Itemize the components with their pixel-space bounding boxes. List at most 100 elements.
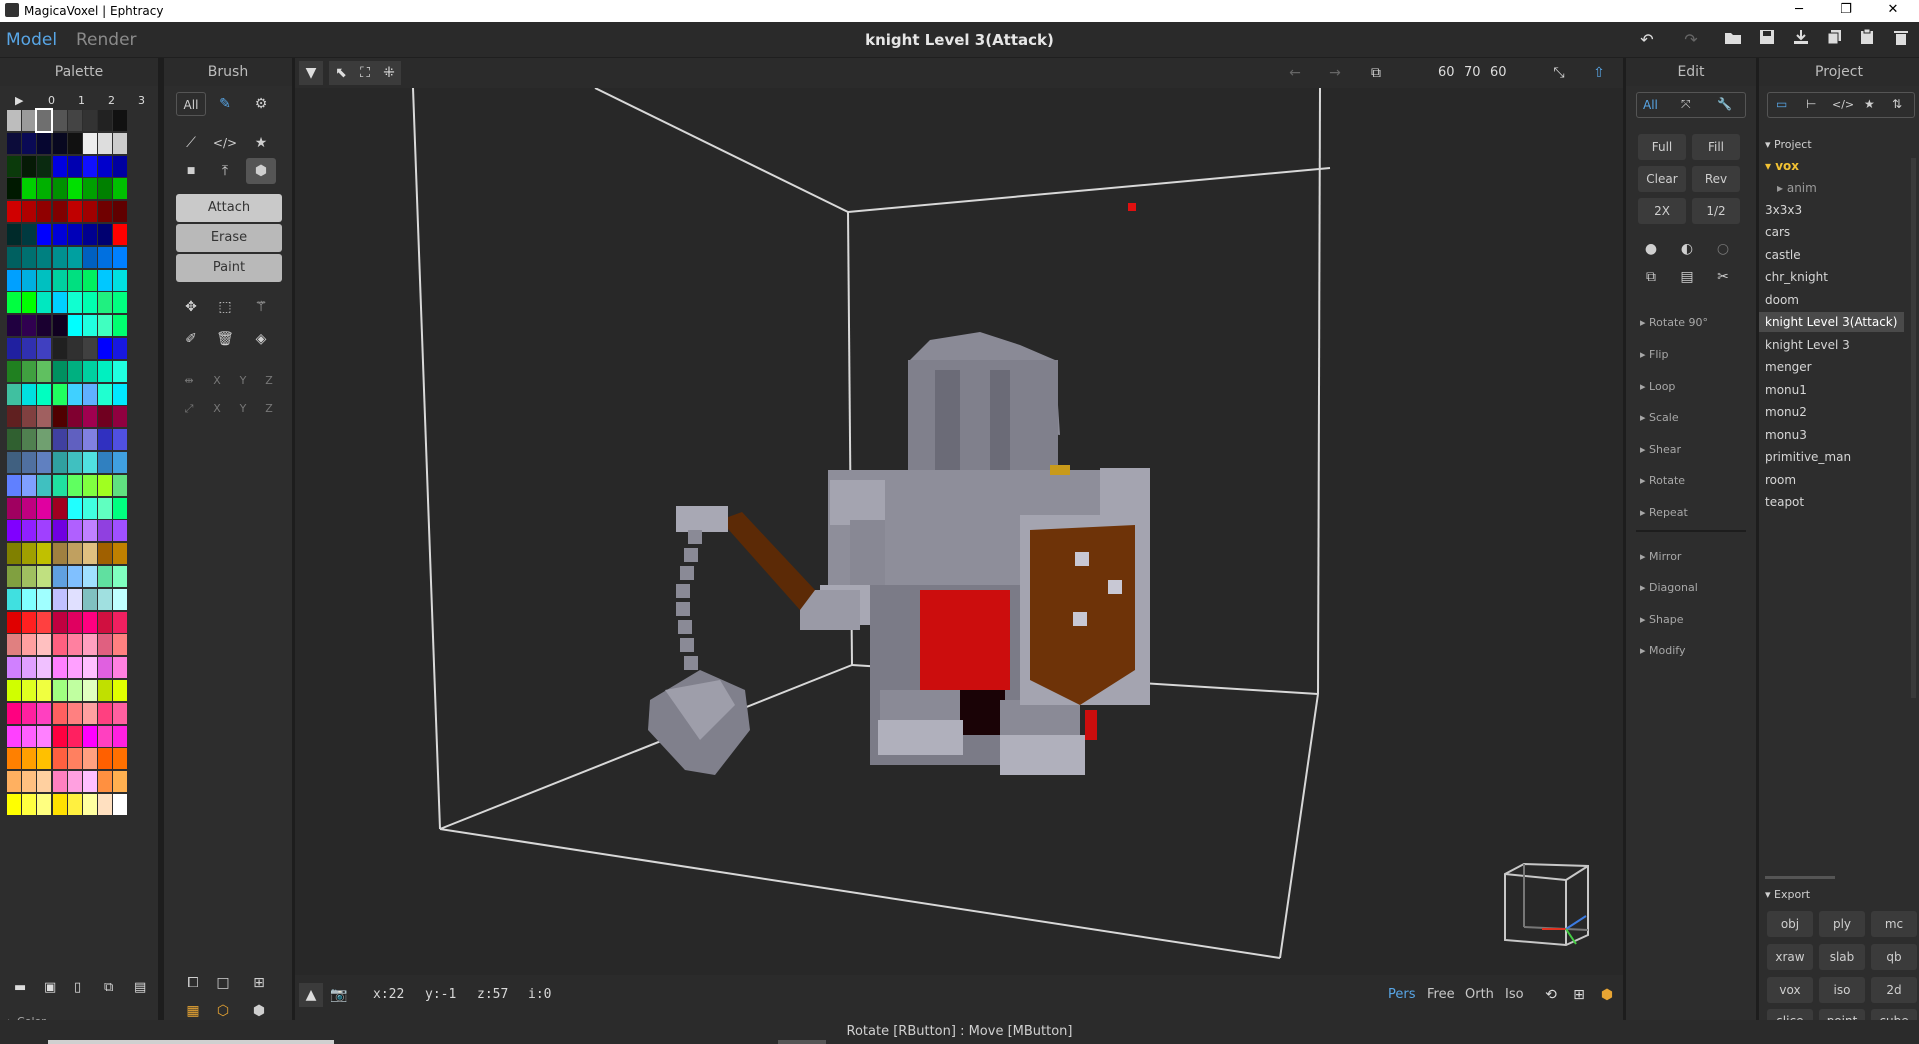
export-icon[interactable] <box>1790 29 1812 51</box>
color-swatch[interactable] <box>67 611 82 633</box>
palette-page-2[interactable]: 2 <box>108 94 115 107</box>
move-icon[interactable]: ✥ <box>176 294 206 320</box>
undo-icon[interactable]: ↶ <box>1636 29 1658 51</box>
color-swatch[interactable] <box>7 178 21 200</box>
color-swatch[interactable] <box>7 543 21 565</box>
color-swatch[interactable] <box>83 611 97 633</box>
color-swatch[interactable] <box>67 520 82 542</box>
color-swatch[interactable] <box>83 588 97 610</box>
color-swatch[interactable] <box>83 338 97 359</box>
project-item[interactable]: cars <box>1759 222 1904 242</box>
color-swatch[interactable] <box>98 429 113 451</box>
flip-section[interactable]: ▸ Flip <box>1640 348 1668 361</box>
color-swatch[interactable] <box>83 520 97 542</box>
delete-icon[interactable] <box>1890 29 1912 51</box>
prev-arrow-icon[interactable]: ← <box>1283 61 1307 85</box>
color-swatch[interactable] <box>98 155 113 177</box>
brush-filter-all[interactable]: All <box>176 92 206 116</box>
mirror-section[interactable]: ▸ Mirror <box>1640 550 1681 563</box>
color-swatch[interactable] <box>22 383 37 405</box>
tab-render[interactable]: Render <box>76 30 137 50</box>
color-swatch[interactable] <box>22 634 37 656</box>
color-swatch[interactable] <box>52 155 67 177</box>
color-swatch[interactable] <box>22 292 37 314</box>
color-swatch[interactable] <box>113 680 128 701</box>
view-iso-button[interactable]: Iso <box>1505 987 1524 1002</box>
color-swatch[interactable] <box>22 246 37 268</box>
color-swatch[interactable] <box>98 406 113 428</box>
color-swatch[interactable] <box>37 611 52 633</box>
color-swatch[interactable] <box>98 725 113 747</box>
color-swatch[interactable] <box>52 794 67 815</box>
color-swatch[interactable] <box>52 178 67 200</box>
color-swatch[interactable] <box>7 246 21 268</box>
color-swatch[interactable] <box>52 657 67 679</box>
color-swatch[interactable] <box>22 178 37 200</box>
project-item[interactable]: doom <box>1759 290 1904 310</box>
voxel-brush-icon[interactable]: ■ <box>176 158 206 184</box>
color-swatch[interactable] <box>37 634 52 656</box>
color-swatch[interactable] <box>52 201 67 223</box>
color-swatch[interactable] <box>98 178 113 200</box>
favorites-icon[interactable]: ★ <box>1864 97 1875 111</box>
double-button[interactable]: 2X <box>1638 198 1686 224</box>
paint-mode-button[interactable]: Paint <box>176 254 282 282</box>
color-swatch[interactable] <box>22 702 37 724</box>
color-swatch[interactable] <box>37 383 52 405</box>
color-swatch[interactable] <box>37 543 52 565</box>
collapse-icon[interactable]: ⤡ <box>1547 61 1571 85</box>
color-swatch[interactable] <box>113 520 128 542</box>
color-swatch[interactable] <box>67 201 82 223</box>
3d-viewport[interactable] <box>295 88 1623 975</box>
fill-icon[interactable]: ◈ <box>246 326 276 352</box>
project-item[interactable]: chr_knight <box>1759 267 1904 287</box>
color-swatch[interactable] <box>22 725 37 747</box>
color-swatch[interactable] <box>98 657 113 679</box>
color-swatch[interactable] <box>83 748 97 770</box>
color-swatch[interactable] <box>98 269 113 291</box>
color-swatch[interactable] <box>37 155 52 177</box>
circle-empty-icon[interactable]: ○ <box>1708 236 1738 262</box>
color-swatch[interactable] <box>7 588 21 610</box>
color-swatch[interactable] <box>7 360 21 382</box>
color-swatch[interactable] <box>52 110 67 131</box>
color-swatch[interactable] <box>98 224 113 245</box>
color-swatch[interactable] <box>22 611 37 633</box>
color-swatch[interactable] <box>37 292 52 314</box>
color-swatch[interactable] <box>37 201 52 223</box>
cube-view-icon[interactable]: ⬢ <box>1595 983 1619 1007</box>
edit-filter-all[interactable]: All <box>1643 98 1658 112</box>
color-swatch[interactable] <box>113 269 128 291</box>
next-arrow-icon[interactable]: → <box>1323 61 1347 85</box>
frame-icon[interactable]: ⧠ <box>178 970 208 996</box>
color-swatch[interactable] <box>83 224 97 245</box>
project-section[interactable]: ▾ Project <box>1765 138 1812 151</box>
color-swatch[interactable] <box>67 702 82 724</box>
color-swatch[interactable] <box>7 132 21 154</box>
color-swatch[interactable] <box>37 725 52 747</box>
color-swatch[interactable] <box>98 588 113 610</box>
code-brush-icon[interactable]: </> <box>210 130 240 156</box>
color-swatch[interactable] <box>52 429 67 451</box>
color-swatch[interactable] <box>83 429 97 451</box>
color-swatch[interactable] <box>37 178 52 200</box>
open-icon[interactable] <box>1722 29 1744 51</box>
mirror-axis-icon[interactable]: ⇹ <box>174 368 204 394</box>
color-swatch[interactable] <box>52 543 67 565</box>
color-swatch[interactable] <box>37 360 52 382</box>
color-swatch[interactable] <box>67 748 82 770</box>
color-swatch[interactable] <box>98 474 113 496</box>
color-swatch[interactable] <box>37 474 52 496</box>
color-swatch[interactable] <box>22 110 37 131</box>
export-section[interactable]: ▾ Export <box>1765 888 1810 901</box>
color-swatch[interactable] <box>83 543 97 565</box>
palette-grid[interactable] <box>7 108 155 982</box>
color-swatch[interactable] <box>7 201 21 223</box>
color-swatch[interactable] <box>7 680 21 701</box>
color-swatch[interactable] <box>113 452 128 473</box>
color-swatch[interactable] <box>67 452 82 473</box>
color-swatch[interactable] <box>37 246 52 268</box>
color-swatch[interactable] <box>83 360 97 382</box>
camera-icon[interactable]: 📷 <box>327 983 351 1007</box>
color-swatch[interactable] <box>22 338 37 359</box>
